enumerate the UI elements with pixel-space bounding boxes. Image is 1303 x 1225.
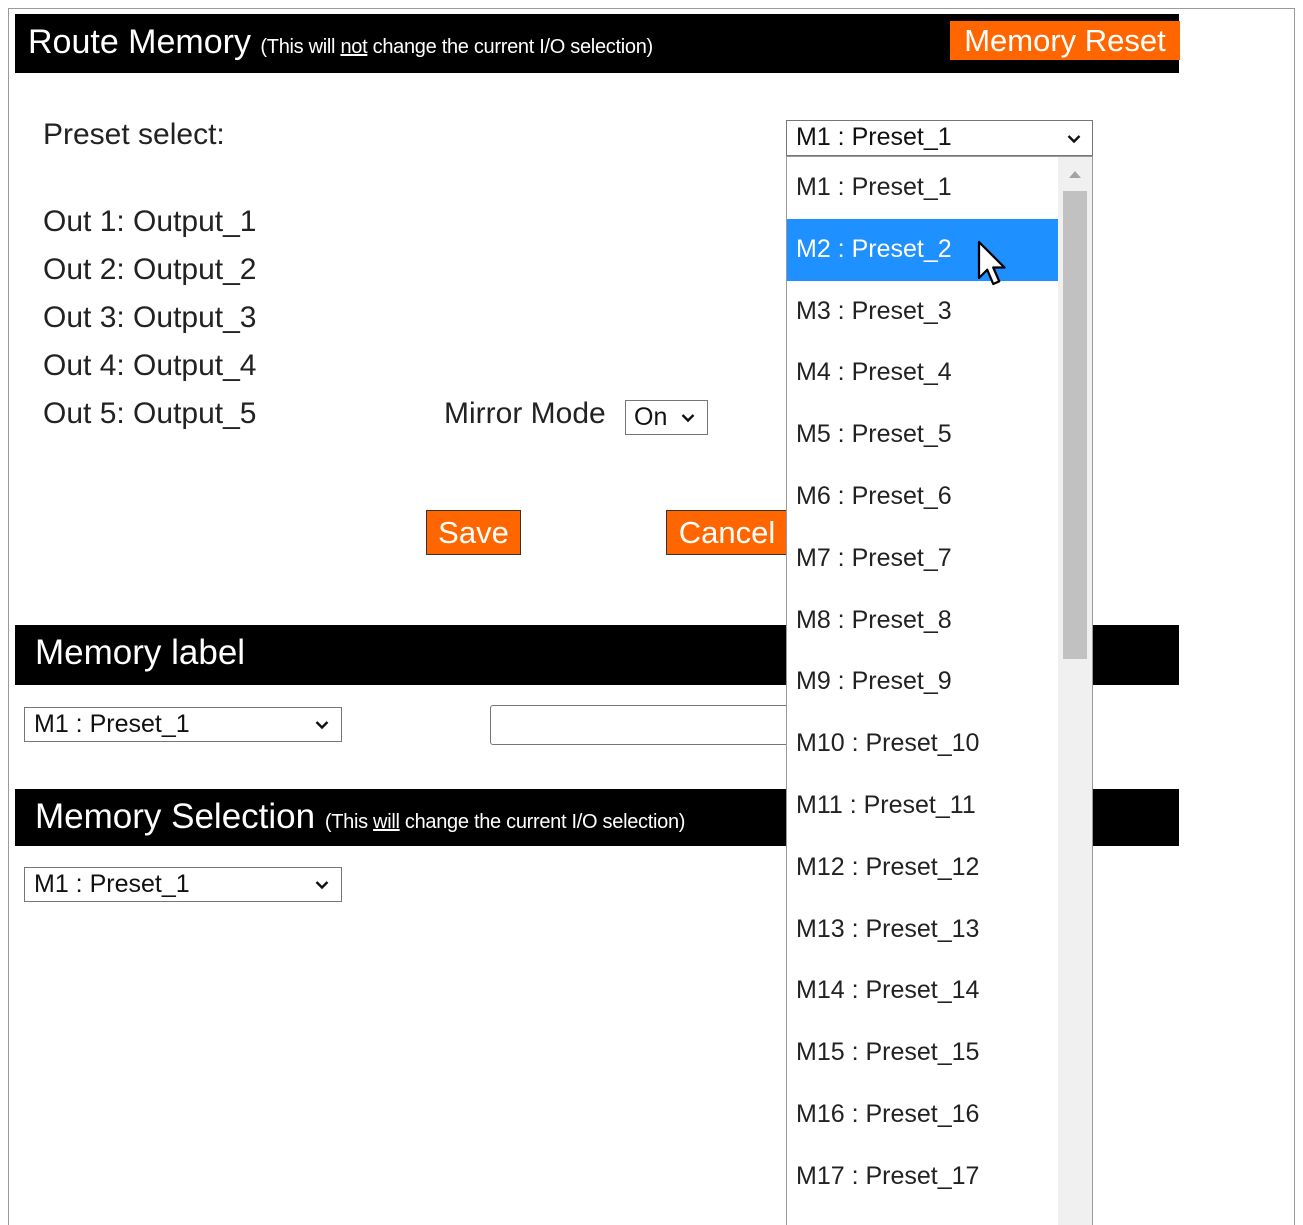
page-frame <box>8 8 1295 1225</box>
dropdown-option[interactable]: M10 : Preset_10 <box>787 713 1058 775</box>
dropdown-option[interactable]: M14 : Preset_14 <box>787 960 1058 1022</box>
mirror-mode-select[interactable]: On <box>625 400 708 435</box>
preset-select[interactable]: M1 : Preset_1 <box>786 120 1093 156</box>
output-line-1: Out 1: Output_1 <box>43 205 257 238</box>
output-line-2: Out 2: Output_2 <box>43 253 257 286</box>
dropdown-option[interactable]: M8 : Preset_8 <box>787 590 1058 652</box>
chevron-down-icon <box>681 411 695 425</box>
memory-label-input[interactable] <box>490 705 810 745</box>
preset-select-label: Preset select: <box>43 118 225 151</box>
dropdown-option[interactable]: M13 : Preset_13 <box>787 899 1058 961</box>
dropdown-option[interactable]: M17 : Preset_17 <box>787 1146 1058 1208</box>
route-memory-title-row: Route Memory (This will not change the c… <box>28 23 653 62</box>
memory-reset-button[interactable]: Memory Reset <box>950 21 1180 60</box>
memory-label-select[interactable]: M1 : Preset_1 <box>24 707 342 742</box>
output-line-3: Out 3: Output_3 <box>43 301 257 334</box>
dropdown-option[interactable]: M1 : Preset_1 <box>787 157 1058 219</box>
dropdown-option[interactable]: M7 : Preset_7 <box>787 528 1058 590</box>
dropdown-option[interactable]: M3 : Preset_3 <box>787 281 1058 343</box>
chevron-down-icon <box>1067 132 1081 146</box>
chevron-down-icon <box>315 718 329 732</box>
dropdown-option[interactable]: M12 : Preset_12 <box>787 837 1058 899</box>
preset-options: M1 : Preset_1 M2 : Preset_2 M3 : Preset_3 M… <box>787 157 1058 1208</box>
mirror-mode-label: Mirror Mode <box>444 397 606 430</box>
route-memory-title: Route Memory <box>28 23 251 61</box>
memory-selection-title-row: Memory Selection (This will change the c… <box>35 797 685 837</box>
chevron-down-icon <box>315 878 329 892</box>
scrollbar-thumb[interactable] <box>1063 191 1087 659</box>
output-line-5: Out 5: Output_5 <box>43 397 257 430</box>
route-memory-note: (This will not change the current I/O se… <box>260 36 653 58</box>
memory-selection-title: Memory Selection <box>35 797 316 836</box>
dropdown-option[interactable]: M11 : Preset_11 <box>787 775 1058 837</box>
dropdown-option[interactable]: M6 : Preset_6 <box>787 466 1058 528</box>
save-button[interactable]: Save <box>426 510 521 555</box>
dropdown-option[interactable]: M2 : Preset_2 <box>787 218 1058 281</box>
preset-dropdown-list[interactable]: M1 : Preset_1 M2 : Preset_2 M3 : Preset_3 M… <box>786 156 1093 1225</box>
mirror-mode-value: On <box>634 403 668 431</box>
cancel-button[interactable]: Cancel <box>666 510 787 555</box>
preset-select-value: M1 : Preset_1 <box>796 123 952 151</box>
memory-selection-select-value: M1 : Preset_1 <box>34 870 190 898</box>
dropdown-option[interactable]: M15 : Preset_15 <box>787 1022 1058 1084</box>
memory-selection-note: (This will change the current I/O select… <box>324 811 686 833</box>
dropdown-option[interactable]: M16 : Preset_16 <box>787 1084 1058 1146</box>
scroll-up-arrow-icon[interactable] <box>1069 171 1081 178</box>
dropdown-option[interactable]: M5 : Preset_5 <box>787 404 1058 466</box>
dropdown-option[interactable]: M4 : Preset_4 <box>787 342 1058 404</box>
memory-label-title: Memory label <box>35 633 246 672</box>
dropdown-scrollbar[interactable] <box>1058 157 1092 1225</box>
output-line-4: Out 4: Output_4 <box>43 349 257 382</box>
memory-selection-select[interactable]: M1 : Preset_1 <box>24 867 342 902</box>
mouse-cursor-icon <box>976 240 1012 297</box>
memory-label-select-value: M1 : Preset_1 <box>34 710 190 738</box>
route-memory-header: Route Memory (This will not change the c… <box>15 14 1180 73</box>
dropdown-option[interactable]: M9 : Preset_9 <box>787 651 1058 713</box>
